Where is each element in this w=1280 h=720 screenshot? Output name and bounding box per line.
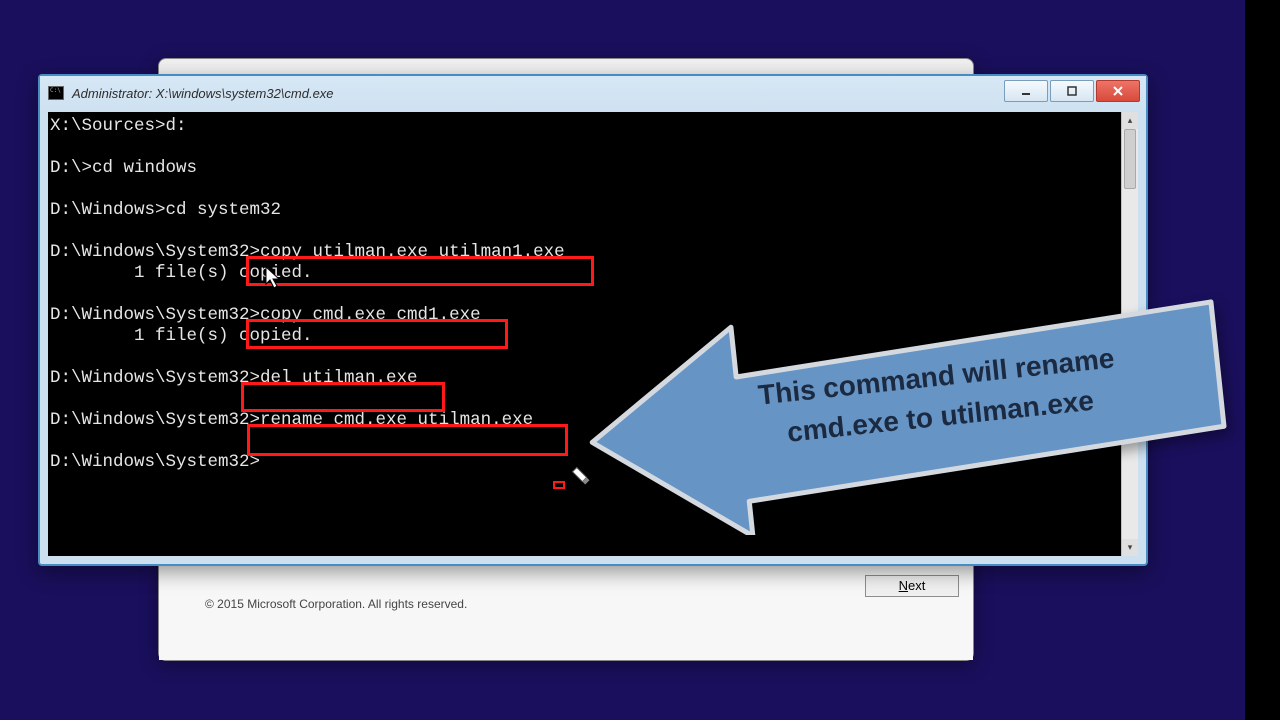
scrollbar-down-arrow[interactable]: ▾ [1122,539,1138,556]
setup-dialog-footer: © 2015 Microsoft Corporation. All rights… [159,560,973,660]
cmd-output[interactable]: X:\Sources>d: D:\>cd windows D:\Windows>… [48,112,1121,556]
window-controls [1004,80,1140,102]
next-button-label-rest: ext [908,578,925,593]
cmd-client-area: X:\Sources>d: D:\>cd windows D:\Windows>… [48,112,1138,556]
window-title: Administrator: X:\windows\system32\cmd.e… [72,86,334,101]
scrollbar-thumb[interactable] [1124,129,1136,189]
cmd-window: Administrator: X:\windows\system32\cmd.e… [38,74,1148,566]
copyright-text: © 2015 Microsoft Corporation. All rights… [205,597,467,611]
close-icon [1112,85,1124,97]
next-button[interactable]: Next [865,575,959,597]
minimize-icon [1020,85,1032,97]
scrollbar-up-arrow[interactable]: ▴ [1122,112,1138,129]
cmd-icon [48,86,64,100]
maximize-button[interactable] [1050,80,1094,102]
letterbox-strip [1245,0,1280,720]
maximize-icon [1066,85,1078,97]
close-button[interactable] [1096,80,1140,102]
minimize-button[interactable] [1004,80,1048,102]
titlebar[interactable]: Administrator: X:\windows\system32\cmd.e… [40,76,1146,110]
vertical-scrollbar[interactable]: ▴ ▾ [1121,112,1138,556]
